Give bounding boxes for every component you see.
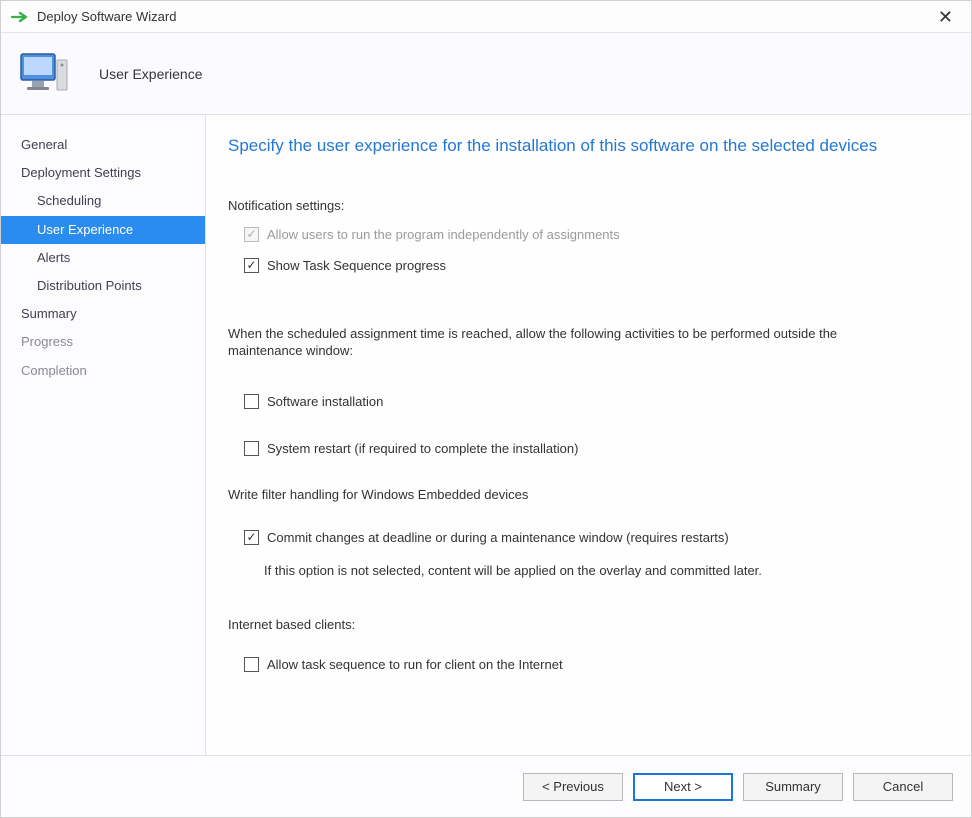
wizard-body: General Deployment Settings Scheduling U… (1, 115, 971, 755)
window-title: Deploy Software Wizard (37, 9, 930, 24)
computer-monitor-icon (19, 46, 75, 102)
checkbox-row-software-installation[interactable]: Software installation (244, 394, 943, 409)
checkbox-system-restart[interactable] (244, 441, 259, 456)
summary-button[interactable]: Summary (743, 773, 843, 801)
write-filter-label: Write filter handling for Windows Embedd… (228, 486, 908, 504)
wizard-header: User Experience (1, 33, 971, 115)
wizard-footer: < Previous Next > Summary Cancel (1, 755, 971, 817)
checkbox-allow-independent-label: Allow users to run the program independe… (267, 227, 620, 242)
sidebar-item-progress[interactable]: Progress (1, 328, 205, 356)
deploy-arrow-icon (11, 10, 29, 24)
previous-button[interactable]: < Previous (523, 773, 623, 801)
sidebar-item-deployment-settings[interactable]: Deployment Settings (1, 159, 205, 187)
titlebar: Deploy Software Wizard ✕ (1, 1, 971, 33)
sidebar-item-completion[interactable]: Completion (1, 357, 205, 385)
checkbox-commit-changes-label: Commit changes at deadline or during a m… (267, 530, 729, 545)
notification-label: Notification settings: (228, 198, 943, 213)
sidebar-item-general[interactable]: General (1, 131, 205, 159)
checkbox-show-progress[interactable]: ✓ (244, 258, 259, 273)
write-filter-hint: If this option is not selected, content … (264, 563, 904, 578)
close-icon[interactable]: ✕ (930, 4, 961, 30)
section-notification: Notification settings: ✓ Allow users to … (228, 192, 943, 289)
checkbox-row-system-restart[interactable]: System restart (if required to complete … (244, 441, 943, 456)
checkbox-row-commit-changes[interactable]: ✓ Commit changes at deadline or during a… (244, 530, 943, 545)
sidebar-item-alerts[interactable]: Alerts (1, 244, 205, 272)
checkbox-software-installation-label: Software installation (267, 394, 383, 409)
checkbox-show-progress-label: Show Task Sequence progress (267, 258, 446, 273)
checkbox-row-allow-internet[interactable]: Allow task sequence to run for client on… (244, 657, 943, 672)
wizard-sidebar: General Deployment Settings Scheduling U… (1, 115, 206, 755)
checkbox-allow-internet-label: Allow task sequence to run for client on… (267, 657, 563, 672)
page-heading: Specify the user experience for the inst… (228, 135, 928, 158)
checkbox-row-show-progress[interactable]: ✓ Show Task Sequence progress (244, 258, 943, 273)
wizard-window: Deploy Software Wizard ✕ User Experience… (0, 0, 972, 818)
page-title: User Experience (99, 66, 203, 82)
checkbox-commit-changes[interactable]: ✓ (244, 530, 259, 545)
sidebar-item-distribution-points[interactable]: Distribution Points (1, 272, 205, 300)
next-button[interactable]: Next > (633, 773, 733, 801)
checkbox-allow-internet[interactable] (244, 657, 259, 672)
sidebar-item-summary[interactable]: Summary (1, 300, 205, 328)
cancel-button[interactable]: Cancel (853, 773, 953, 801)
maintenance-paragraph: When the scheduled assignment time is re… (228, 325, 908, 360)
checkbox-allow-independent: ✓ (244, 227, 259, 242)
wizard-content: Specify the user experience for the inst… (206, 115, 971, 755)
checkbox-software-installation[interactable] (244, 394, 259, 409)
sidebar-item-scheduling[interactable]: Scheduling (1, 187, 205, 215)
sidebar-item-user-experience[interactable]: User Experience (1, 216, 205, 244)
checkbox-system-restart-label: System restart (if required to complete … (267, 441, 578, 456)
checkbox-row-allow-independent: ✓ Allow users to run the program indepen… (244, 227, 943, 242)
internet-label: Internet based clients: (228, 616, 908, 634)
